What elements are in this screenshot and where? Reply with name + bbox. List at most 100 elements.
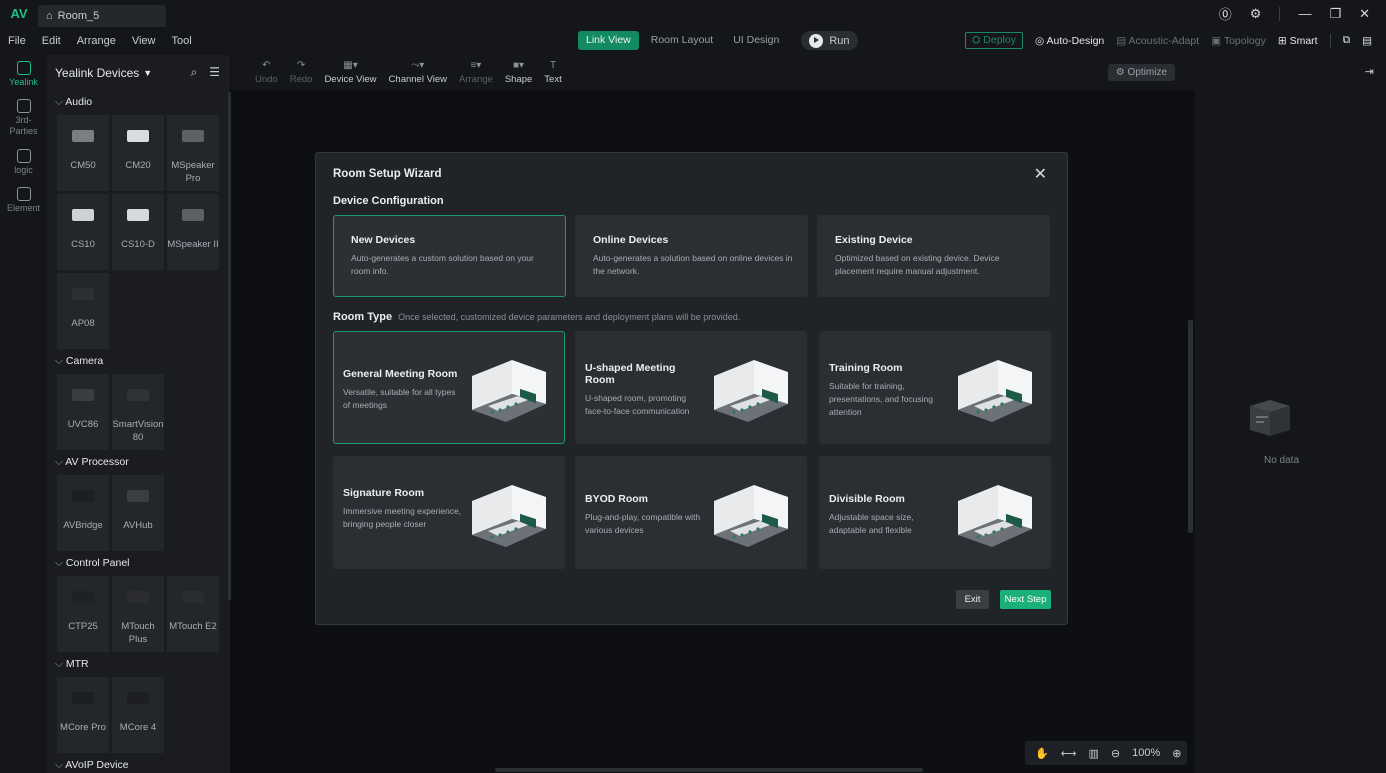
menu-edit[interactable]: Edit [34,35,69,47]
close-icon[interactable]: ✕ [1359,6,1370,22]
category-header[interactable]: ⌵ Camera [47,349,230,374]
device-tile[interactable]: AP08 [57,273,109,349]
shape-button[interactable]: ■▾ Shape [505,60,532,85]
device-tile[interactable]: CTP25 [57,576,109,652]
layout-toggle-icon[interactable]: ⧉ [1343,34,1351,47]
device-tile[interactable]: MTouch Plus [112,576,164,652]
device-thumbnail [68,483,98,509]
device-tile[interactable]: UVC86 [57,374,109,450]
close-icon[interactable]: ✕ [1034,164,1047,184]
document-tab[interactable]: ⌂ Room_5 [38,5,166,27]
settings-icon[interactable]: ⚙ [1250,6,1262,22]
device-thumbnail [123,123,153,149]
restore-icon[interactable]: ❐ [1329,6,1341,22]
menu-arrange[interactable]: Arrange [69,35,124,47]
auto-design-button[interactable]: ◎ Auto-Design [1035,35,1104,47]
config-card-new-devices[interactable]: New Devices Auto-generates a custom solu… [333,215,566,297]
menu-view[interactable]: View [124,35,164,47]
zoom-out-icon[interactable]: ⊖ [1111,747,1120,760]
pan-hand-icon[interactable]: ✋ [1035,747,1049,760]
run-button[interactable]: Run [801,31,858,50]
sidebar-item-logic[interactable]: logic [0,137,47,175]
sidebar-item-3rd-parties[interactable]: 3rd-Parties [0,87,47,137]
topology-button[interactable]: ▣ Topology [1211,35,1266,47]
device-source-select[interactable]: Yealink Devices [55,66,139,80]
exit-button[interactable]: Exit [956,590,989,609]
minimize-icon[interactable]: — [1298,6,1311,21]
device-tile[interactable]: AVBridge [57,475,109,551]
room-card-general-meeting-room[interactable]: General Meeting Room Versatile, suitable … [333,331,565,444]
device-view-button[interactable]: ▦▾ Device View [324,60,376,85]
device-tile[interactable]: MSpeaker II [167,194,219,270]
fit-width-icon[interactable]: ⟷ [1061,747,1077,760]
room-card-text: U-shaped Meeting Room U-shaped room, prom… [585,362,705,418]
menu-tool[interactable]: Tool [164,35,200,47]
category-header[interactable]: ⌵ Control Panel [47,551,230,576]
card-description: Versatile, suitable for all types of mee… [343,387,456,410]
horizontal-scrollbar[interactable] [495,768,923,772]
device-thumbnail [68,685,98,711]
text-button[interactable]: T Text [544,59,561,85]
device-tile[interactable]: AVHub [112,475,164,551]
chevron-down-icon[interactable]: ▼ [143,68,152,78]
tab-room-layout[interactable]: Room Layout [643,31,721,50]
deploy-button[interactable]: ⛭ Deploy [964,32,1023,49]
category-header[interactable]: ⌵ AVoIP Device [47,753,230,773]
tab-ui-design[interactable]: UI Design [725,31,787,50]
category-header[interactable]: ⌵ Audio [47,90,230,115]
room-card-divisible-room[interactable]: Divisible Room Adjustable space size, ada… [819,456,1051,569]
device-tile[interactable]: CS10 [57,194,109,270]
search-icon[interactable]: ⌕ [191,65,198,80]
sidebar-item-yealink[interactable]: Yealink [0,55,47,87]
device-thumbnail [68,123,98,149]
next-step-button[interactable]: Next Step [1000,590,1051,609]
map-icon[interactable]: ▥ [1088,747,1098,760]
device-panel-scrollbar[interactable] [228,92,231,600]
collapse-panel-icon[interactable]: ⇥ [1365,65,1374,78]
third-party-icon [16,99,31,113]
config-card-online-devices[interactable]: Online Devices Auto-generates a solution… [575,215,808,297]
card-title: Training Room [829,362,903,374]
canvas-scrollbar[interactable] [1188,320,1193,533]
panel-toggle-icon[interactable]: ▤ [1362,35,1372,47]
device-thumbnail [68,382,98,408]
sidebar-item-label: logic [14,165,33,175]
category-header[interactable]: ⌵ AV Processor [47,450,230,475]
optimize-button[interactable]: ⚙ Optimize [1107,64,1175,81]
undo-button[interactable]: ↶ Undo [255,60,278,85]
card-description: Optimized based on existing device. Devi… [835,253,1000,276]
sidebar-item-element[interactable]: Element [0,175,47,213]
device-tile[interactable]: CM50 [57,115,109,191]
device-tile[interactable]: MCore Pro [57,677,109,753]
menu-file[interactable]: File [0,35,34,47]
room-card-training-room[interactable]: Training Room Suitable for training, pres… [819,331,1051,444]
room-card-u-shaped-meeting-room[interactable]: U-shaped Meeting Room U-shaped room, prom… [575,331,807,444]
zoom-in-icon[interactable]: ⊕ [1172,747,1181,760]
acoustic-adapt-button[interactable]: ▤ Acoustic-Adapt [1116,35,1199,47]
device-tile[interactable]: MCore 4 [112,677,164,753]
topology-label: Topology [1223,34,1266,47]
list-view-icon[interactable]: ☰ [209,65,220,80]
config-card-existing-device[interactable]: Existing Device Optimized based on exist… [817,215,1050,297]
text-icon: T [549,59,557,71]
device-name: MTouch E2 [169,621,217,632]
device-tile[interactable]: CS10-D [112,194,164,270]
device-tile[interactable]: SmartVision 80 [112,374,164,450]
category-header[interactable]: ⌵ MTR [47,652,230,677]
device-tile[interactable]: MSpeaker Pro [167,115,219,191]
room-card-text: Divisible Room Adjustable space size, ada… [829,493,949,537]
yealink-icon [16,61,31,75]
arrange-button[interactable]: ≡▾ Arrange [459,60,493,85]
room-card-signature-room[interactable]: Signature Room Immersive meeting experien… [333,456,565,569]
device-tile[interactable]: MTouch E2 [167,576,219,652]
device-tile[interactable]: CM20 [112,115,164,191]
card-description: Suitable for training, presentations, an… [829,381,933,417]
smart-button[interactable]: ⊞ Smart [1278,35,1318,47]
device-thumbnail [123,483,153,509]
redo-button[interactable]: ↷ Redo [290,60,313,85]
tab-link-view[interactable]: Link View [578,31,639,50]
device-panel: Yealink Devices ▼ ⌕ ☰ ⌵ Audio CM50 CM20 MSp… [47,55,231,773]
channel-view-button[interactable]: ⤳▾ Channel View [389,60,447,85]
room-card-byod-room[interactable]: BYOD Room Plug-and-play, compatible with … [575,456,807,569]
help-icon[interactable]: ⓪ [1219,4,1232,23]
